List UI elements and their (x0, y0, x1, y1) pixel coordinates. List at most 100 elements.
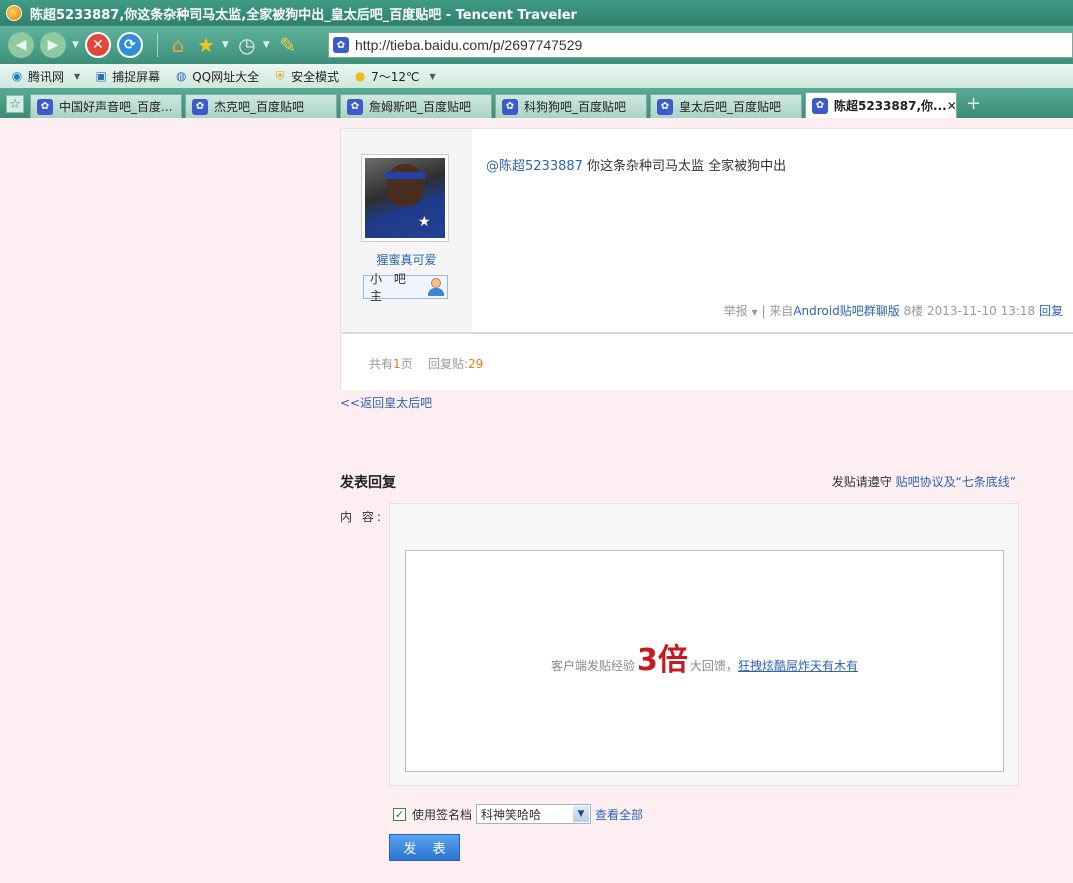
post-floor: ★ 猩蜜真可爱 小 吧 主 @陈超5233887 你这条杂种司马太监 全家被狗中… (340, 128, 1073, 390)
reply-link[interactable]: 回复 (1039, 304, 1063, 318)
tab-item[interactable]: ✿ 皇太后吧_百度贴吧 (650, 94, 802, 118)
reply-section-title: 发表回复 (340, 475, 396, 491)
tab-label: 科狗狗吧_百度贴吧 (524, 100, 627, 114)
close-tab-icon[interactable]: ✕ (947, 99, 956, 113)
history-dropdown-icon[interactable]: ▼ (72, 40, 79, 50)
stop-icon[interactable]: ✕ (84, 32, 111, 58)
mention-link[interactable]: @陈超5233887 (486, 159, 583, 174)
reply-count-label: 回复贴: (427, 357, 468, 371)
back-to-forum-link[interactable]: <<返回皇太后吧 (340, 394, 432, 411)
bookmark-dropdown-icon[interactable]: ▼ (74, 72, 80, 81)
window-title: 陈超5233887,你这条杂种司马太监,全家被狗中出_皇太后吧_百度贴吧 - T… (30, 7, 577, 23)
bookmark-label: 捕捉屏幕 (112, 69, 161, 84)
back-arrow-icon[interactable]: ◀ (8, 32, 34, 58)
bookmarks-bar: ◉ 腾讯网 ▼ ▣ 捕捉屏幕 ◍ QQ网址大全 ⛨ 安全模式 ● 7～12℃ ▼ (0, 64, 1073, 88)
avatar-headband-shape (385, 172, 425, 179)
reply-count: 29 (467, 357, 484, 371)
promo-text-before: 客户端发贴经验 (551, 659, 636, 673)
clean-broom-icon[interactable]: ✎ (276, 33, 300, 57)
window-titlebar: 陈超5233887,你这条杂种司马太监,全家被狗中出_皇太后吧_百度贴吧 - T… (0, 0, 1073, 26)
signature-select[interactable]: 科神笑哈哈 ▼ (476, 804, 592, 824)
tab-item[interactable]: ✿ 中国好声音吧_百度... (30, 94, 182, 118)
bookmark-label: QQ网址大全 (192, 69, 260, 84)
report-link[interactable]: 举报 (724, 304, 748, 318)
history-clock-icon[interactable]: ◷ (235, 33, 259, 57)
favorites-dropdown-icon[interactable]: ▼ (222, 40, 229, 50)
post-body-text: 你这条杂种司马太监 全家被狗中出 (582, 159, 787, 174)
baidu-paw-icon: ✿ (812, 97, 828, 114)
reply-rules: 发贴请遵守 贴吧协议及“七条底线” (832, 473, 1016, 490)
history-clock-dropdown-icon[interactable]: ▼ (263, 40, 270, 50)
client-promo: 客户端发贴经验 3倍 大回馈， 狂拽炫酷屌炸天有木有 (406, 635, 1003, 679)
baidu-paw-icon: ✿ (192, 98, 208, 115)
avatar-image: ★ (365, 158, 445, 238)
promo-link[interactable]: 狂拽炫酷屌炸天有木有 (738, 657, 858, 674)
qq-icon: ◉ (11, 69, 23, 83)
baidu-paw-icon: ✿ (333, 37, 349, 53)
tab-item-active[interactable]: ✿ 陈超5233887,你... ✕ (805, 92, 957, 118)
bookmark-qq-sites[interactable]: ◍ QQ网址大全 (174, 68, 259, 85)
avatar-head-shape (387, 164, 423, 206)
jersey-star-icon: ★ (418, 214, 431, 230)
chevron-down-icon[interactable]: ▼ (573, 806, 590, 822)
tabs-bar: ☆ ✿ 中国好声音吧_百度... ✿ 杰克吧_百度贴吧 ✿ 詹姆斯吧_百度贴吧 … (0, 88, 1073, 118)
baidu-paw-icon: ✿ (37, 98, 53, 115)
source-prefix: | 来自 (761, 304, 794, 318)
badge-label: 小 吧 主 (370, 272, 410, 303)
signature-row: ✓ 使用签名档 科神笑哈哈 ▼ 查看全部 (393, 804, 643, 824)
post-timestamp: 2013-11-10 13:18 (927, 304, 1036, 318)
tab-label: 杰克吧_百度贴吧 (214, 100, 305, 114)
shield-icon: ⛨ (275, 68, 285, 83)
report-dropdown-icon[interactable]: ▼ (751, 308, 757, 317)
home-icon[interactable]: ⌂ (166, 33, 190, 57)
bookmark-safe-mode[interactable]: ⛨ 安全模式 (273, 68, 340, 85)
favorites-tab-star-icon[interactable]: ☆ (6, 95, 24, 113)
weather-sun-icon: ● (354, 69, 366, 83)
baidu-paw-icon: ✿ (657, 98, 673, 115)
view-all-signatures-link[interactable]: 查看全部 (595, 806, 643, 823)
author-name[interactable]: 猩蜜真可爱 (341, 251, 472, 268)
page-content: ★ 猩蜜真可爱 小 吧 主 @陈超5233887 你这条杂种司马太监 全家被狗中… (0, 118, 1073, 883)
bookmark-weather[interactable]: ● 7～12℃ ▼ (353, 68, 436, 85)
tab-item[interactable]: ✿ 科狗狗吧_百度贴吧 (495, 94, 647, 118)
editor-container: 客户端发贴经验 3倍 大回馈， 狂拽炫酷屌炸天有木有 (389, 503, 1019, 786)
avatar[interactable]: ★ (361, 154, 449, 242)
signature-checkbox-label: 使用签名档 (412, 807, 473, 822)
tab-label: 皇太后吧_百度贴吧 (679, 100, 782, 114)
favorites-star-icon[interactable]: ★ (194, 33, 218, 57)
tab-label: 中国好声音吧_百度... (59, 100, 173, 114)
floor-number: 8楼 (903, 304, 924, 318)
user-icon (428, 278, 445, 296)
promo-text-after: 大回馈， (689, 659, 738, 673)
screenshot-icon: ▣ (95, 69, 107, 83)
new-tab-plus-icon[interactable]: + (966, 93, 981, 114)
baidu-paw-icon: ✿ (347, 98, 363, 115)
bookmark-label: 安全模式 (291, 69, 340, 84)
weather-dropdown-icon[interactable]: ▼ (430, 72, 436, 81)
reply-editor[interactable]: 客户端发贴经验 3倍 大回馈， 狂拽炫酷屌炸天有木有 (405, 550, 1004, 772)
tab-label: 詹姆斯吧_百度贴吧 (369, 100, 472, 114)
author-column: ★ 猩蜜真可爱 小 吧 主 (341, 129, 472, 332)
submit-reply-button[interactable]: 发 表 (389, 834, 460, 861)
bookmark-qq[interactable]: ◉ 腾讯网 ▼ (10, 68, 80, 85)
pages-suffix: 页 (400, 357, 413, 371)
rules-link[interactable]: 贴吧协议及“七条底线” (896, 475, 1016, 489)
signature-checkbox[interactable]: ✓ (393, 807, 406, 821)
moderator-badge: 小 吧 主 (363, 272, 448, 303)
bookmark-label: 7～12℃ (371, 69, 420, 84)
refresh-icon[interactable]: ⟳ (116, 32, 143, 58)
address-bar[interactable]: ✿ http://tieba.baidu.com/p/2697747529 (328, 32, 1073, 58)
bookmark-screenshot[interactable]: ▣ 捕捉屏幕 (94, 68, 161, 85)
pagination-info: 共有1页 回复贴:29 (369, 355, 483, 372)
tab-item[interactable]: ✿ 杰克吧_百度贴吧 (185, 94, 337, 118)
promo-highlight: 3倍 (637, 643, 688, 678)
post-content: @陈超5233887 你这条杂种司马太监 全家被狗中出 (486, 155, 786, 174)
pages-count: 1 (393, 357, 401, 371)
forward-arrow-icon[interactable]: ▶ (40, 32, 66, 58)
address-url[interactable]: http://tieba.baidu.com/p/2697747529 (355, 37, 582, 53)
source-link[interactable]: Android贴吧群聊版 (793, 304, 899, 318)
baidu-paw-icon: ✿ (502, 98, 518, 115)
tab-item[interactable]: ✿ 詹姆斯吧_百度贴吧 (340, 94, 492, 118)
rules-prefix: 发贴请遵守 (831, 475, 896, 489)
post-meta: 举报 ▼ | 来自Android贴吧群聊版 8楼 2013-11-10 13:1… (724, 302, 1063, 319)
